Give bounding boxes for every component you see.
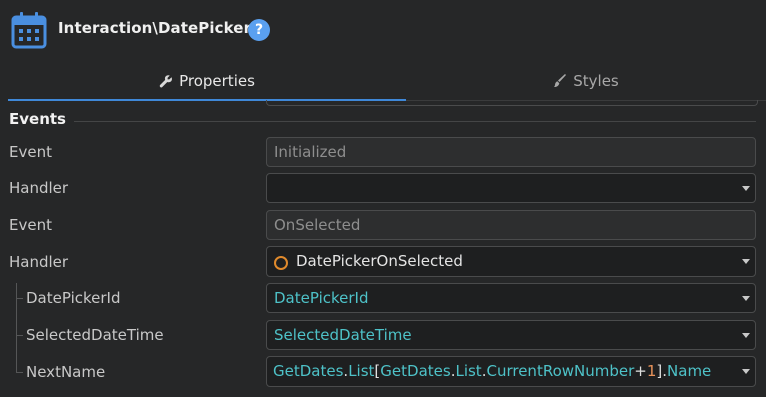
param-dropdown[interactable]: DatePickerId xyxy=(266,283,756,313)
param-label: SelectedDateTime xyxy=(26,326,164,344)
handler-label: Handler xyxy=(9,253,69,271)
page-title: Interaction\DatePicker xyxy=(58,19,252,37)
handler-dropdown[interactable] xyxy=(266,173,756,203)
param-label: DatePickerId xyxy=(26,289,121,307)
tree-connector xyxy=(16,298,23,299)
expression-value: GetDates.List[GetDates.List.CurrentRowNu… xyxy=(273,362,712,380)
section-divider xyxy=(74,121,756,122)
calendar-icon xyxy=(11,12,47,49)
events-section-title: Events xyxy=(9,110,66,128)
param-value: SelectedDateTime xyxy=(274,326,412,344)
event-field-onselected: OnSelected xyxy=(266,210,756,240)
help-icon[interactable]: ? xyxy=(248,19,270,41)
tree-connector xyxy=(16,335,23,336)
tree-connector xyxy=(16,372,23,373)
event-value: OnSelected xyxy=(274,216,361,234)
param-label: NextName xyxy=(26,363,106,381)
event-field-initialized: Initialized xyxy=(266,137,756,167)
tab-bar: Properties Styles xyxy=(8,60,766,101)
panel-header: Interaction\DatePicker ? xyxy=(0,0,766,60)
tree-connector xyxy=(16,283,17,373)
handler-value: DatePickerOnSelected xyxy=(296,252,463,270)
expression-dropdown[interactable]: GetDates.List[GetDates.List.CurrentRowNu… xyxy=(266,356,756,387)
event-label: Event xyxy=(9,143,52,161)
handler-label: Handler xyxy=(9,179,69,197)
tab-styles[interactable]: Styles xyxy=(406,60,766,100)
previous-field-edge xyxy=(266,100,758,106)
chevron-down-icon xyxy=(742,259,750,264)
chevron-down-icon xyxy=(742,369,750,374)
tab-properties[interactable]: Properties xyxy=(8,60,406,101)
chevron-down-icon xyxy=(742,333,750,338)
param-dropdown[interactable]: SelectedDateTime xyxy=(266,320,756,350)
chevron-down-icon xyxy=(742,186,750,191)
handler-dropdown[interactable]: DatePickerOnSelected xyxy=(266,246,756,277)
chevron-down-icon xyxy=(742,296,750,301)
tab-styles-label: Styles xyxy=(573,72,619,90)
wrench-icon xyxy=(159,75,173,88)
tab-properties-label: Properties xyxy=(179,72,255,90)
event-label: Event xyxy=(9,216,52,234)
param-value: DatePickerId xyxy=(274,289,369,307)
action-circle-icon xyxy=(274,256,288,270)
event-value: Initialized xyxy=(274,143,347,161)
brush-icon xyxy=(554,74,567,87)
